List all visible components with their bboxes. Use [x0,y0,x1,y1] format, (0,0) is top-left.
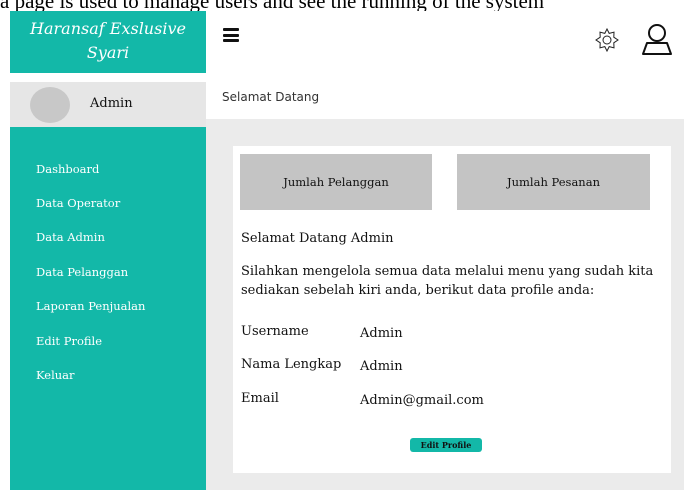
breadcrumb-bar: Selamat Datang [206,82,684,119]
page-caption: a page is used to manage users and see t… [0,0,684,11]
sidebar-item-laporan-penjualan[interactable]: Laporan Penjualan [36,299,145,313]
sidebar-menu: Dashboard Data Operator Data Admin Data … [10,127,206,490]
welcome-description: Silahkan mengelola semua data melalui me… [241,264,654,298]
user-icon[interactable] [641,23,673,59]
top-bar [206,11,684,73]
brand-title: Haransaf Exslusive [30,19,186,38]
brand-subtitle: Syari [86,43,130,62]
fullname-label: Nama Lengkap [241,357,342,372]
sidebar-item-edit-profile[interactable]: Edit Profile [36,334,102,348]
username-label: Username [241,324,309,339]
breadcrumb: Selamat Datang [222,90,320,104]
email-value: Admin@gmail.com [360,393,484,408]
content-card: Jumlah Pelanggan Jumlah Pesanan Selamat … [233,146,671,473]
sidebar: Haransaf Exslusive Syari Admin Dashboard… [10,11,206,490]
user-name: Admin [90,96,133,111]
stat-jumlah-pesanan: Jumlah Pesanan [457,154,650,210]
avatar [30,87,70,123]
email-label: Email [241,391,279,406]
sidebar-item-data-pelanggan[interactable]: Data Pelanggan [36,265,128,279]
brand-logo: Haransaf Exslusive Syari [10,11,206,73]
user-panel: Admin [10,82,206,128]
gear-icon[interactable] [595,27,619,56]
hamburger-icon[interactable] [223,28,239,42]
fullname-value: Admin [360,359,403,374]
welcome-heading: Selamat Datang Admin [241,231,394,246]
sidebar-item-data-operator[interactable]: Data Operator [36,196,120,210]
sidebar-item-dashboard[interactable]: Dashboard [36,162,99,176]
stat-jumlah-pelanggan: Jumlah Pelanggan [240,154,432,210]
sidebar-item-keluar[interactable]: Keluar [36,368,75,382]
username-value: Admin [360,326,403,341]
sidebar-item-data-admin[interactable]: Data Admin [36,230,105,244]
edit-profile-button[interactable]: Edit Profile [410,438,482,452]
